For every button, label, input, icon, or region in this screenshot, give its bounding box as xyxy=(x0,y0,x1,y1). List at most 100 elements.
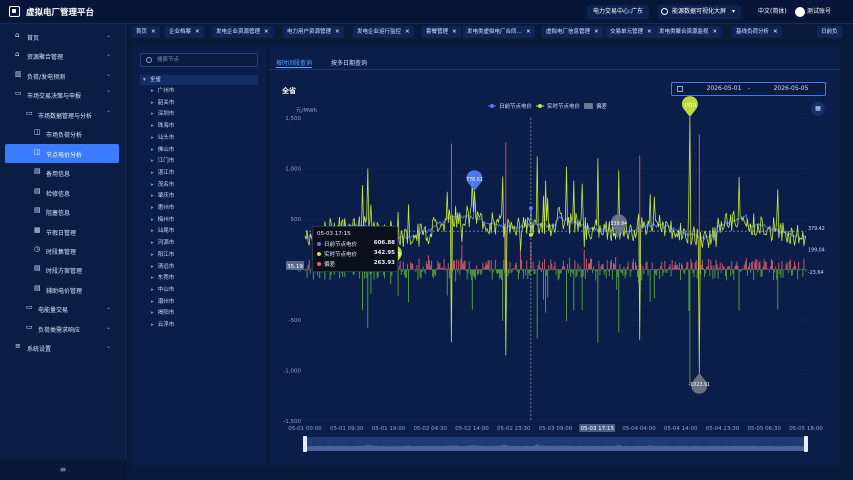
deviation-bar xyxy=(671,259,673,270)
deviation-bar xyxy=(594,269,596,271)
deviation-bar xyxy=(795,266,797,270)
deviation-bar xyxy=(534,269,536,274)
deviation-bar xyxy=(525,269,527,276)
deviation-bar xyxy=(531,269,533,272)
deviation-bar xyxy=(482,262,484,270)
deviation-bar xyxy=(718,267,720,270)
deviation-bar xyxy=(417,269,419,280)
deviation-bar xyxy=(565,269,567,322)
deviation-bar xyxy=(679,269,681,281)
deviation-bar xyxy=(401,269,403,272)
deviation-bar xyxy=(621,269,623,274)
deviation-bar xyxy=(454,260,456,270)
deviation-bar xyxy=(705,269,707,274)
tooltip-series-name: 日前节点电价 xyxy=(324,242,358,248)
deviation-bar xyxy=(529,269,531,276)
deviation-bar xyxy=(688,269,690,312)
price-chart[interactable]: 元/MWh1,5001,0005000-500-1,000-1,50005-01… xyxy=(0,0,853,480)
deviation-bar xyxy=(754,261,756,270)
deviation-bar xyxy=(485,262,487,270)
deviation-bar xyxy=(762,266,764,270)
deviation-bar xyxy=(476,265,478,270)
deviation-bar xyxy=(567,263,569,270)
deviation-bar xyxy=(782,269,784,278)
deviation-bar xyxy=(686,262,688,270)
marker-label: -1023.91 xyxy=(689,382,711,388)
legend-dot xyxy=(317,262,321,266)
deviation-bar xyxy=(609,261,611,270)
deviation-bar xyxy=(439,262,441,270)
deviation-bar xyxy=(793,261,795,270)
deviation-bar xyxy=(723,267,725,270)
deviation-bar xyxy=(715,259,717,270)
deviation-bar xyxy=(766,268,768,270)
deviation-bar xyxy=(773,269,775,280)
deviation-bar xyxy=(653,269,655,299)
marker-label: 1510 xyxy=(684,103,696,109)
deviation-bar xyxy=(537,264,539,270)
deviation-bar xyxy=(675,265,677,270)
legend-label: 实时节点电价 xyxy=(547,102,581,110)
deviation-bar xyxy=(510,269,512,274)
deviation-bar xyxy=(424,269,426,275)
deviation-bar xyxy=(775,266,777,270)
x-tick-label: 05-05 18:00 xyxy=(789,426,823,432)
deviation-bar xyxy=(731,260,733,270)
deviation-bar xyxy=(716,264,718,270)
deviation-bar xyxy=(789,259,791,270)
deviation-bar xyxy=(486,264,488,270)
deviation-bar xyxy=(736,261,738,270)
y-tick-label: 500 xyxy=(291,217,302,223)
deviation-bar xyxy=(665,269,667,273)
deviation-bar xyxy=(419,269,421,278)
deviation-bar xyxy=(412,263,414,270)
deviation-bar xyxy=(799,269,801,271)
deviation-bar xyxy=(654,269,656,275)
tooltip-row: 偏差 263.93 xyxy=(317,260,395,268)
deviation-bar xyxy=(769,266,771,270)
deviation-bar xyxy=(518,269,520,274)
legend-dot xyxy=(317,252,321,256)
deviation-bar xyxy=(740,269,742,272)
deviation-bar xyxy=(777,269,779,310)
deviation-bar xyxy=(493,269,495,271)
deviation-bar xyxy=(508,269,510,274)
deviation-bar xyxy=(555,269,557,275)
deviation-bar xyxy=(692,269,694,274)
deviation-bar xyxy=(574,259,576,270)
deviation-bar xyxy=(792,267,794,270)
chart-tooltip: 05-03 17:15 日前节点电价 606.88 实时节点电价 342.95 偏差 26… xyxy=(312,226,398,272)
deviation-bar xyxy=(400,269,402,275)
deviation-bar xyxy=(643,269,645,274)
deviation-bar xyxy=(583,249,585,270)
deviation-bar xyxy=(448,269,450,279)
tooltip-series-name: 偏差 xyxy=(324,262,336,268)
deviation-bar xyxy=(586,269,588,273)
deviation-bar xyxy=(550,259,552,270)
deviation-bar xyxy=(426,264,428,270)
deviation-bar xyxy=(444,269,446,271)
deviation-bar xyxy=(455,269,457,282)
deviation-bar xyxy=(701,259,703,270)
deviation-bar xyxy=(774,269,776,273)
x-tick-label: 05-03 09:00 xyxy=(539,426,573,432)
deviation-bar xyxy=(646,261,648,270)
deviation-bar xyxy=(432,269,434,277)
deviation-bar xyxy=(576,269,578,276)
deviation-bar xyxy=(463,261,465,270)
deviation-bar xyxy=(707,266,709,270)
x-tick-label: 05-01 19:00 xyxy=(372,426,406,432)
deviation-bar xyxy=(490,260,492,270)
deviation-bar xyxy=(655,269,657,276)
deviation-bar xyxy=(427,255,429,270)
deviation-bar xyxy=(428,260,430,270)
deviation-bar xyxy=(738,269,740,311)
deviation-bar xyxy=(362,269,364,311)
deviation-bar xyxy=(606,260,608,270)
deviation-bar xyxy=(515,262,517,270)
deviation-bar xyxy=(722,266,724,270)
deviation-bar xyxy=(474,269,476,280)
deviation-bar xyxy=(683,269,685,274)
deviation-bar xyxy=(494,259,496,270)
deviation-bar xyxy=(445,267,447,270)
